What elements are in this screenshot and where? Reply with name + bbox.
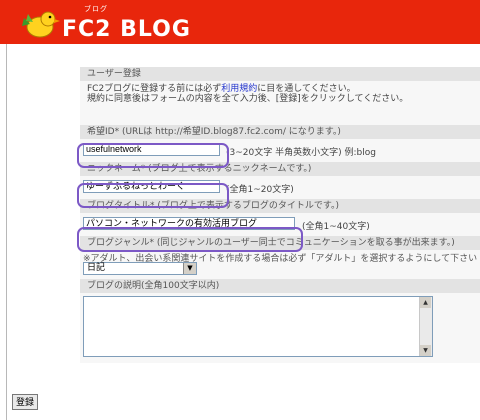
- userid-hint: (3~20文字 半角英数小文字) 例:blog: [226, 148, 376, 158]
- description-textarea[interactable]: ▲ ▼: [83, 296, 433, 357]
- intro-line1-after: に目を通してください。: [257, 84, 356, 94]
- logo-ruby-text: ブログ: [84, 5, 108, 13]
- site-header: ブログ FC2 BLOG: [0, 0, 480, 44]
- nickname-hint: (全角1~20文字): [226, 185, 294, 195]
- intro-text: FC2ブログに登録する前には必ず利用規約に目を通してください。 規約に同意後はフ…: [80, 81, 480, 107]
- scroll-down-icon[interactable]: ▼: [420, 345, 431, 356]
- intro-title: ユーザー登録: [80, 67, 480, 81]
- intro-line2: 規約に同意後はフォームの内容を全て入力後、[登録]をクリックしてください。: [87, 94, 409, 104]
- register-button[interactable]: 登録: [12, 394, 39, 410]
- nickname-highlight: [77, 183, 229, 208]
- userid-highlight: [77, 143, 229, 168]
- description-row: ▲ ▼: [80, 293, 480, 363]
- userid-label: 希望ID* (URLは http://希望ID.blog87.fc2.com/ …: [80, 125, 480, 139]
- blog-title-highlight: [77, 227, 303, 252]
- genre-select[interactable]: 日記 ▼: [83, 262, 197, 275]
- chick-logo-icon: [22, 11, 60, 38]
- description-label: ブログの説明(全角100文字以内): [80, 279, 480, 293]
- genre-row: ※アダルト、出会い系関連サイトを作成する場合は必ず「アダルト」を選択するようにし…: [80, 250, 480, 279]
- dropdown-arrow-icon[interactable]: ▼: [183, 263, 196, 274]
- textarea-scrollbar[interactable]: ▲ ▼: [419, 297, 432, 356]
- genre-selected-value: 日記: [87, 263, 106, 273]
- registration-form: ユーザー登録 FC2ブログに登録する前には必ず利用規約に目を通してください。 規…: [80, 67, 480, 363]
- blog-title-hint: (全角1~40文字): [302, 222, 370, 232]
- scroll-up-icon[interactable]: ▲: [420, 297, 431, 308]
- terms-link[interactable]: 利用規約: [221, 84, 257, 94]
- page-divider: [6, 44, 7, 420]
- intro-line1-before: FC2ブログに登録する前には必ず: [87, 84, 222, 94]
- fc2-blog-logo: FC2 BLOG: [62, 17, 191, 42]
